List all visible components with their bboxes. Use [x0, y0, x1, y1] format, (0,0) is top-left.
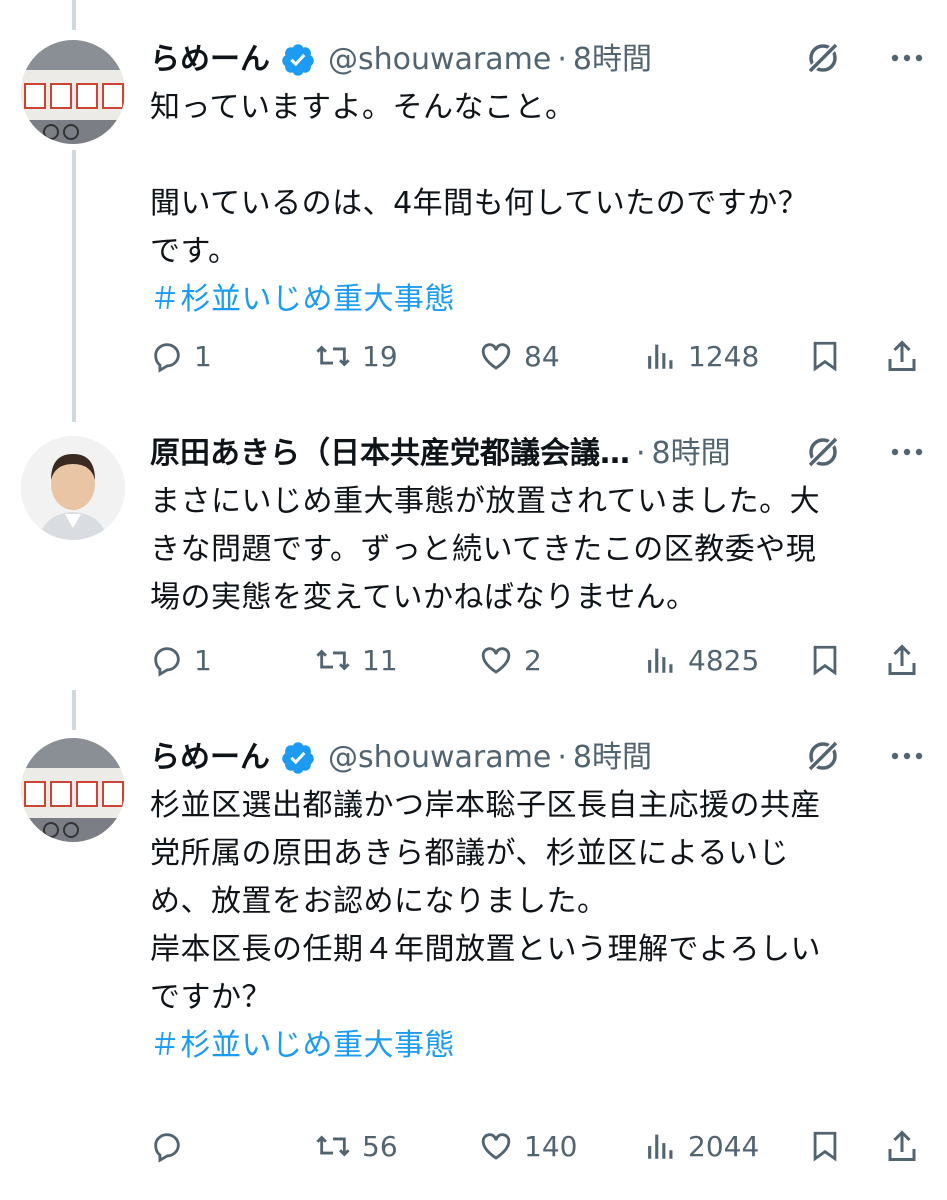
like-icon	[481, 343, 511, 370]
like-count: 2	[524, 643, 542, 677]
bookmark-button[interactable]	[808, 638, 842, 682]
grok-icon[interactable]	[803, 38, 843, 78]
reply-count: 1	[194, 339, 212, 373]
like-button[interactable]: 2	[478, 638, 542, 682]
retweet-icon	[316, 1135, 350, 1157]
tweet[interactable]: らめーん @shouwarame · 8時間 杉並区選出都議かつ岸本聡子区長自主…	[0, 734, 947, 1194]
handle[interactable]: @shouwarame	[328, 40, 551, 80]
reply-button[interactable]	[150, 1124, 194, 1168]
hashtag-link[interactable]: ＃杉並いじめ重大事態	[150, 1022, 927, 1070]
avatar[interactable]	[21, 40, 125, 144]
share-button[interactable]	[884, 334, 920, 378]
thread-line	[72, 0, 76, 30]
display-name[interactable]: 原田あきら（日本共産党都議会議…	[150, 434, 630, 474]
tweet-header: 原田あきら（日本共産党都議会議… · 8時間	[150, 430, 927, 478]
verified-badge-icon	[282, 44, 314, 76]
grok-icon[interactable]	[803, 736, 843, 776]
more-icon[interactable]	[887, 736, 927, 776]
timestamp[interactable]: 8時間	[573, 40, 652, 80]
tweet-text: まさにいじめ重大事態が放置されていました。大 きな問題です。ずっと続いてきたこの…	[150, 484, 821, 615]
portrait-avatar-image	[21, 436, 125, 540]
like-button[interactable]: 140	[478, 1124, 577, 1168]
separator-dot: ·	[557, 42, 567, 77]
tweet-header: らめーん @shouwarame · 8時間	[150, 734, 927, 782]
retweet-count: 11	[362, 643, 398, 677]
action-bar: 1 19 84 1248	[0, 334, 947, 378]
retweet-count: 19	[362, 339, 398, 373]
more-icon[interactable]	[887, 432, 927, 472]
retweet-icon	[316, 649, 350, 671]
reply-icon	[154, 1133, 180, 1163]
views-count: 4825	[688, 643, 760, 677]
share-icon	[888, 644, 916, 675]
views-button[interactable]: 1248	[644, 334, 759, 378]
views-icon	[648, 1134, 673, 1159]
timestamp[interactable]: 8時間	[652, 434, 731, 474]
bookmark-icon	[813, 645, 837, 676]
like-button[interactable]: 84	[478, 334, 560, 378]
views-button[interactable]: 4825	[644, 638, 759, 682]
views-count: 1248	[688, 339, 760, 373]
bookmark-icon	[813, 1131, 837, 1162]
tweet-content: 原田あきら（日本共産党都議会議… · 8時間 まさにいじめ重大事態が放置されてい…	[150, 430, 927, 622]
tweet-text: 杉並区選出都議かつ岸本聡子区長自主応援の共産 党所属の原田あきら都議が、杉並区に…	[150, 788, 821, 1015]
reply-icon	[154, 647, 180, 677]
verified-badge-icon	[282, 742, 314, 774]
like-icon	[481, 647, 511, 674]
tweet[interactable]: らめーん @shouwarame · 8時間 知っていますよ。そんなこと。 聞い…	[0, 36, 947, 396]
reply-icon	[154, 343, 180, 373]
views-count: 2044	[688, 1129, 760, 1163]
more-icon[interactable]	[887, 38, 927, 78]
tweet-header: らめーん @shouwarame · 8時間	[150, 36, 927, 84]
bookmark-button[interactable]	[808, 1124, 842, 1168]
tweet[interactable]: 原田あきら（日本共産党都議会議… · 8時間 まさにいじめ重大事態が放置されてい…	[0, 430, 947, 720]
retweet-button[interactable]: 11	[314, 638, 398, 682]
separator-dot: ·	[557, 740, 567, 775]
retweet-button[interactable]: 19	[314, 334, 398, 378]
retweet-count: 56	[362, 1129, 398, 1163]
retweet-icon	[316, 345, 350, 367]
views-icon	[648, 648, 673, 673]
reply-count: 1	[194, 643, 212, 677]
views-button[interactable]: 2044	[644, 1124, 759, 1168]
separator-dot: ·	[636, 436, 646, 471]
reply-button[interactable]: 1	[150, 334, 212, 378]
like-count: 84	[524, 339, 560, 373]
tweet-content: らめーん @shouwarame · 8時間 杉並区選出都議かつ岸本聡子区長自主…	[150, 734, 927, 1070]
avatar[interactable]	[21, 436, 125, 540]
like-icon	[481, 1133, 511, 1160]
share-icon	[888, 340, 916, 371]
share-icon	[888, 1130, 916, 1161]
views-icon	[648, 344, 673, 369]
retweet-button[interactable]: 56	[314, 1124, 398, 1168]
bookmark-icon	[813, 341, 837, 372]
grok-icon[interactable]	[803, 432, 843, 472]
hashtag-link[interactable]: ＃杉並いじめ重大事態	[150, 276, 927, 324]
display-name[interactable]: らめーん	[150, 40, 270, 80]
ramen-shop-avatar-image	[21, 40, 125, 144]
handle[interactable]: @shouwarame	[328, 738, 551, 778]
share-button[interactable]	[884, 1124, 920, 1168]
bookmark-button[interactable]	[808, 334, 842, 378]
tweet-content: らめーん @shouwarame · 8時間 知っていますよ。そんなこと。 聞い…	[150, 36, 927, 324]
like-count: 140	[524, 1129, 578, 1163]
action-bar: 56 140 2044	[0, 1124, 947, 1168]
display-name[interactable]: らめーん	[150, 738, 270, 778]
reply-button[interactable]: 1	[150, 638, 212, 682]
action-bar: 1 11 2 4825	[0, 638, 947, 682]
timestamp[interactable]: 8時間	[573, 738, 652, 778]
tweet-text: 知っていますよ。そんなこと。 聞いているのは、4年間も何していたのですか？ です…	[150, 90, 809, 269]
ramen-shop-avatar-image	[21, 738, 125, 842]
avatar[interactable]	[21, 738, 125, 842]
share-button[interactable]	[884, 638, 920, 682]
